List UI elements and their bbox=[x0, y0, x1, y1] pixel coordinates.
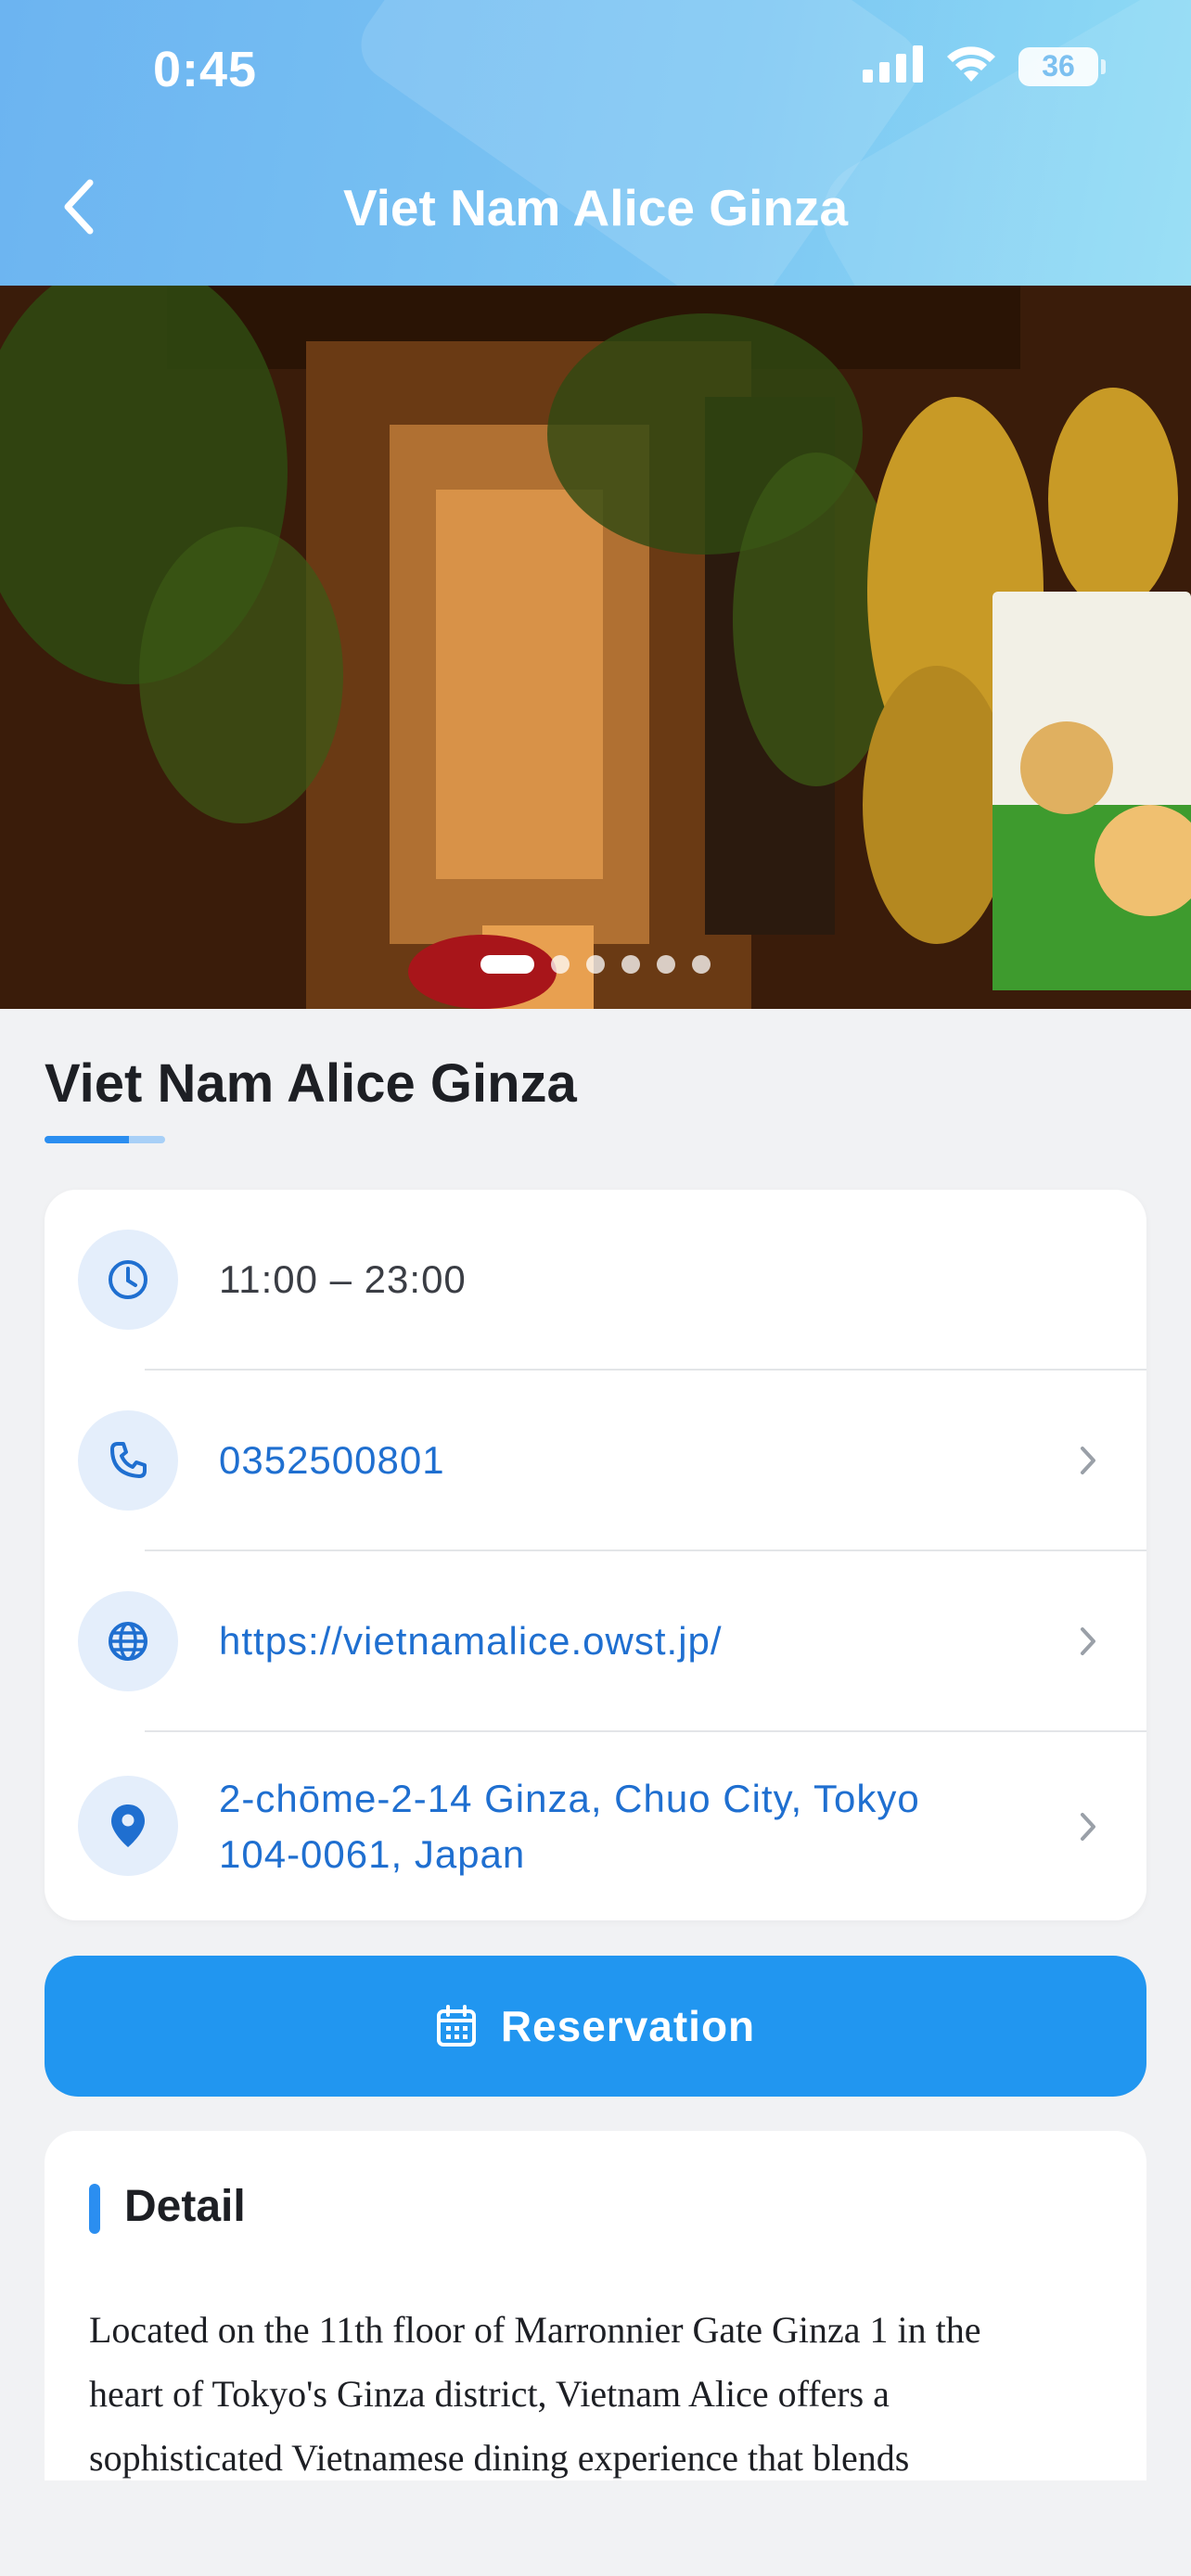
globe-icon bbox=[78, 1591, 178, 1691]
address-link[interactable]: 2-chōme-2-14 Ginza, Chuo City, Tokyo 104… bbox=[219, 1771, 920, 1882]
detail-description: Located on the 11th floor of Marronnier … bbox=[89, 2298, 1100, 2490]
phone-row[interactable]: 0352500801 bbox=[45, 1371, 1146, 1550]
detail-title: Detail bbox=[124, 2182, 246, 2231]
website-row[interactable]: https://vietnamalice.owst.jp/ bbox=[45, 1551, 1146, 1731]
carousel-dot[interactable] bbox=[480, 955, 534, 974]
bottom-edge bbox=[0, 2480, 1191, 2576]
title-underline bbox=[45, 1136, 165, 1143]
location-pin-icon bbox=[78, 1776, 178, 1876]
hours-text: 11:00 – 23:00 bbox=[219, 1257, 467, 1301]
page-title: Viet Nam Alice Ginza bbox=[342, 179, 849, 236]
address-line-1: 2-chōme-2-14 Ginza, Chuo City, Tokyo bbox=[219, 1777, 920, 1820]
chevron-right-icon bbox=[1074, 1442, 1102, 1479]
chevron-right-icon bbox=[1074, 1623, 1102, 1660]
reservation-button[interactable]: Reservation bbox=[45, 1956, 1146, 2097]
battery-icon: 36 bbox=[1018, 46, 1106, 86]
section-accent-bar bbox=[89, 2184, 100, 2234]
app-header: 0:45 36 Viet Nam Alice Ginza bbox=[0, 0, 1191, 286]
carousel-dot[interactable] bbox=[621, 955, 640, 974]
carousel-dot[interactable] bbox=[657, 955, 675, 974]
info-card: 11:00 – 23:00 0352500801 https://vietnam… bbox=[45, 1190, 1146, 1920]
carousel-dot[interactable] bbox=[692, 955, 711, 974]
status-icons: 36 bbox=[863, 45, 1106, 88]
chevron-right-icon bbox=[1074, 1808, 1102, 1845]
signal-icon bbox=[863, 45, 924, 87]
restaurant-photo[interactable] bbox=[0, 286, 1191, 1009]
reservation-label: Reservation bbox=[500, 2002, 756, 2050]
hours-row: 11:00 – 23:00 bbox=[45, 1190, 1146, 1370]
phone-icon bbox=[78, 1410, 178, 1511]
carousel-dot[interactable] bbox=[551, 955, 570, 974]
carousel-dots[interactable] bbox=[0, 955, 1191, 974]
website-link[interactable]: https://vietnamalice.owst.jp/ bbox=[219, 1613, 723, 1669]
detail-line: Located on the 11th floor of Marronnier … bbox=[89, 2309, 981, 2351]
address-line-2: 104-0061, Japan bbox=[219, 1832, 526, 1876]
address-row[interactable]: 2-chōme-2-14 Ginza, Chuo City, Tokyo 104… bbox=[45, 1732, 1146, 1920]
wifi-icon bbox=[944, 45, 998, 88]
carousel-dot[interactable] bbox=[586, 955, 605, 974]
detail-line: heart of Tokyo's Ginza district, Vietnam… bbox=[89, 2373, 890, 2415]
place-name: Viet Nam Alice Ginza bbox=[45, 1053, 577, 1114]
calendar-icon bbox=[436, 2005, 476, 2047]
clock-icon bbox=[78, 1230, 178, 1330]
phone-link[interactable]: 0352500801 bbox=[219, 1433, 445, 1488]
status-time: 0:45 bbox=[153, 42, 258, 97]
